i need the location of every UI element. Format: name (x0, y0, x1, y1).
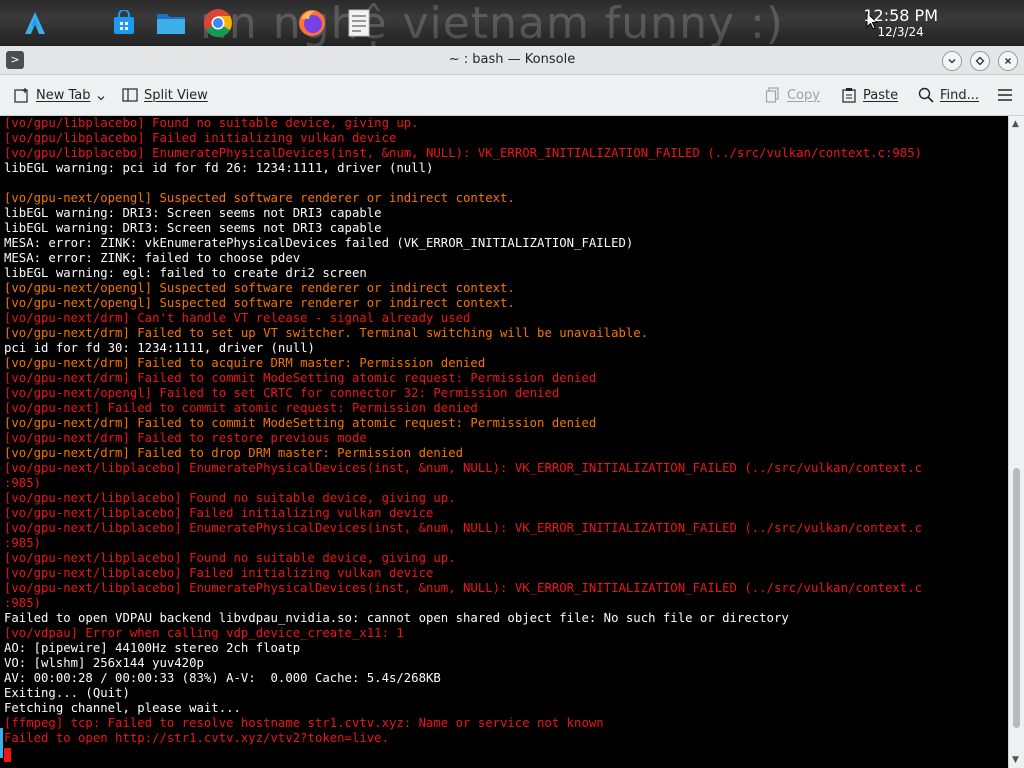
chevron-down-icon[interactable] (97, 94, 105, 102)
terminal-line: Exiting... (Quit) (4, 686, 130, 700)
terminal-line: [vo/gpu-next/drm] Failed to acquire DRM … (4, 356, 486, 370)
terminal-lines: [vo/gpu/libplacebo] Found no suitable de… (4, 116, 922, 746)
store-icon[interactable] (109, 8, 139, 38)
terminal-line: [vo/gpu-next/libplacebo] EnumeratePhysic… (4, 461, 923, 475)
current-line-marker (0, 728, 3, 758)
toolbar: New Tab Split View Copy Paste Find... (0, 75, 1024, 116)
new-tab-label: New Tab (36, 87, 91, 103)
chrome-icon[interactable] (203, 8, 233, 38)
terminal-line: [vo/gpu-next/libplacebo] EnumeratePhysic… (4, 521, 923, 535)
terminal-line: AV: 00:00:28 / 00:00:33 (83%) A-V: 0.000… (4, 671, 441, 685)
terminal-output[interactable]: [vo/gpu/libplacebo] Found no suitable de… (0, 116, 1008, 768)
terminal-line: pci id for fd 30: 1234:1111, driver (nul… (4, 341, 315, 355)
find-button[interactable]: Find... (918, 86, 979, 104)
wallpaper-text: nn nghệ vietnam funny :) (200, 0, 784, 46)
terminal-line: libEGL warning: DRI3: Screen seems not D… (4, 206, 382, 220)
files-icon[interactable] (156, 8, 186, 38)
terminal-line: [vo/gpu-next/drm] Failed to drop DRM mas… (4, 446, 464, 460)
terminal-line: [vo/gpu-next/libplacebo] Found no suitab… (4, 491, 456, 505)
window-title: ~ : bash — Konsole (448, 52, 576, 67)
terminal-line: [vo/vdpau] Error when calling vdp_device… (4, 626, 404, 640)
terminal-line: libEGL warning: pci id for fd 26: 1234:1… (4, 161, 434, 175)
terminal-line: MESA: error: ZINK: vkEnumeratePhysicalDe… (4, 236, 634, 250)
terminal-line: [vo/gpu-next/opengl] Suspected software … (4, 191, 515, 205)
terminal-scrollbar[interactable]: ▲ ▼ (1008, 116, 1024, 768)
text-editor-icon[interactable] (344, 8, 374, 38)
launcher-icon[interactable] (20, 8, 50, 38)
terminal-line: [vo/gpu-next/drm] Failed to commit ModeS… (4, 371, 597, 385)
terminal-line: :985) (4, 476, 42, 490)
top-panel: nn nghệ vietnam funny :) 12:58 PM 12/3/2… (0, 0, 1024, 46)
terminal-line: [vo/gpu-next] Failed to commit atomic re… (4, 401, 478, 415)
terminal-line: [vo/gpu-next/libplacebo] EnumeratePhysic… (4, 581, 923, 595)
minimize-button[interactable] (942, 51, 962, 71)
system-clock[interactable]: 12:58 PM 12/3/24 (863, 6, 938, 40)
close-icon (1005, 58, 1011, 64)
terminal-line: [vo/gpu-next/libplacebo] Failed initiali… (4, 566, 434, 580)
terminal-line: [vo/gpu-next/opengl] Suspected software … (4, 281, 515, 295)
split-view-label: Split View (144, 87, 208, 103)
title-bar[interactable]: > ~ : bash — Konsole (0, 46, 1024, 75)
split-view-button[interactable]: Split View (122, 86, 208, 104)
terminal-line: [ffmpeg] tcp: Failed to resolve hostname… (4, 716, 604, 730)
new-tab-button[interactable]: New Tab (14, 86, 105, 104)
search-icon (918, 87, 934, 103)
terminal-line: :985) (4, 596, 42, 610)
find-label: Find... (940, 87, 980, 103)
hamburger-menu-button[interactable] (997, 86, 1013, 104)
terminal-line: [vo/gpu-next/drm] Failed to set up VT sw… (4, 326, 649, 340)
terminal-line: VO: [wlshm] 256x144 yuv420p (4, 656, 204, 670)
terminal-line: [vo/gpu/libplacebo] EnumeratePhysicalDev… (4, 146, 923, 160)
terminal-line: Failed to open http://str1.cvtv.xyz/vtv2… (4, 731, 389, 745)
firefox-icon[interactable] (297, 8, 327, 38)
terminal-line: Fetching channel, please wait... (4, 701, 241, 715)
copy-button[interactable]: Copy (765, 86, 820, 104)
terminal-line: :985) (4, 536, 42, 550)
terminal-line: [vo/gpu-next/opengl] Suspected software … (4, 296, 515, 310)
terminal-line: libEGL warning: egl: failed to create dr… (4, 266, 367, 280)
close-button[interactable] (998, 51, 1018, 71)
terminal-cursor (4, 748, 11, 762)
konsole-window: > ~ : bash — Konsole New Tab Split View … (0, 46, 1024, 768)
paste-button[interactable]: Paste (841, 86, 898, 104)
terminal-line: [vo/gpu-next/libplacebo] Found no suitab… (4, 551, 456, 565)
terminal-line: libEGL warning: DRI3: Screen seems not D… (4, 221, 382, 235)
scroll-up-icon[interactable]: ▲ (1012, 119, 1019, 129)
scroll-down-icon[interactable]: ▼ (1012, 755, 1019, 765)
chevron-down-icon (948, 59, 956, 64)
terminal-line: [vo/gpu-next/drm] Failed to commit ModeS… (4, 416, 597, 430)
restore-icon (975, 56, 985, 66)
split-view-icon (122, 88, 138, 102)
copy-label: Copy (787, 87, 820, 103)
clock-time: 12:58 PM (863, 6, 938, 25)
new-tab-icon (14, 88, 28, 103)
terminal-line: MESA: error: ZINK: failed to choose pdev (4, 251, 301, 265)
terminal-line: [vo/gpu-next/drm] Can't handle VT releas… (4, 311, 471, 325)
terminal-line: Failed to open VDPAU backend libvdpau_nv… (4, 611, 789, 625)
terminal-line: [vo/gpu/libplacebo] Found no suitable de… (4, 116, 419, 130)
terminal-line: [vo/gpu-next/libplacebo] Failed initiali… (4, 506, 434, 520)
hamburger-icon (998, 89, 1012, 101)
terminal-line: [vo/gpu-next/opengl] Failed to set CRTC … (4, 386, 560, 400)
paste-label: Paste (863, 87, 899, 103)
terminal-line: AO: [pipewire] 44100Hz stereo 2ch floatp (4, 641, 301, 655)
maximize-button[interactable] (970, 51, 990, 71)
paste-icon (842, 88, 856, 103)
copy-icon (765, 87, 779, 103)
terminal-line: [vo/gpu/libplacebo] Failed initializing … (4, 131, 397, 145)
clock-date: 12/3/24 (877, 25, 924, 39)
terminal-line: [vo/gpu-next/drm] Failed to restore prev… (4, 431, 367, 445)
scrollbar-thumb[interactable] (1013, 468, 1020, 728)
